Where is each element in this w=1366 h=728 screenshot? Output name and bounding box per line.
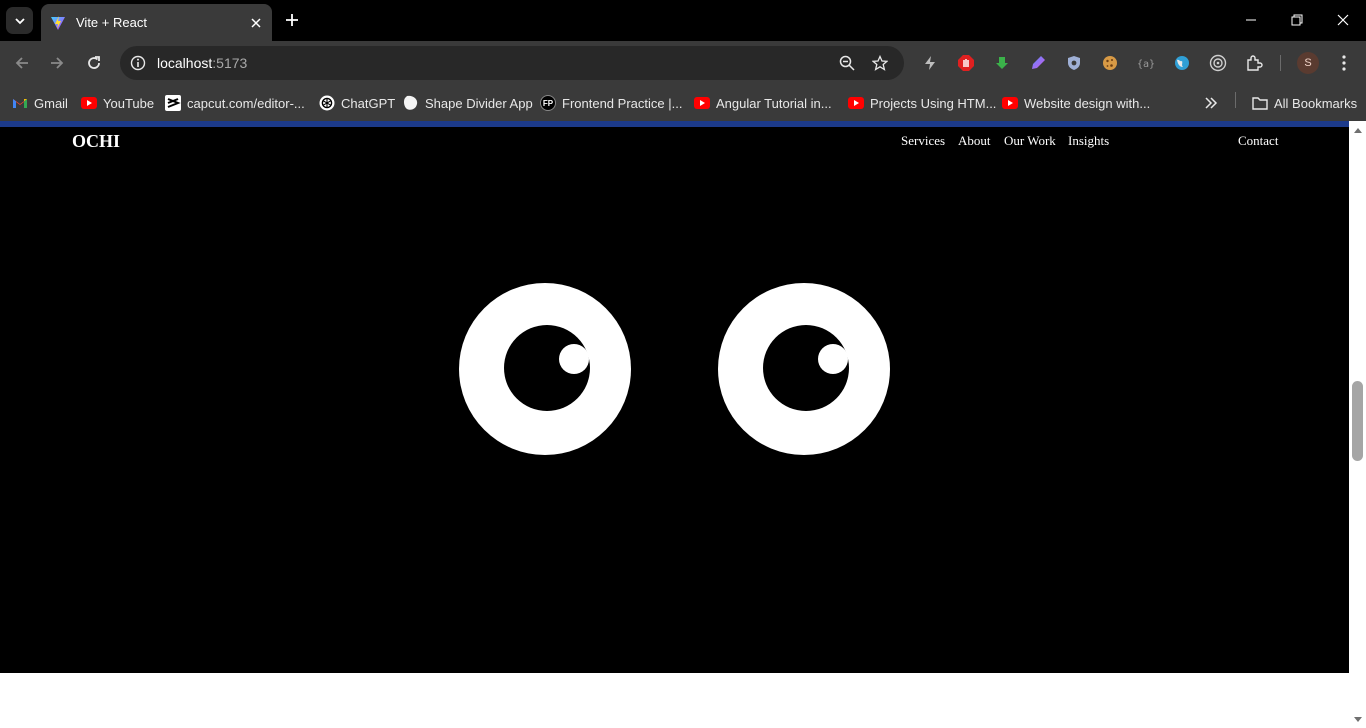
right-eye-glint [818,344,848,374]
scroll-thumb[interactable] [1352,381,1363,461]
url-port: :5173 [212,55,248,71]
site-logo[interactable]: OCHI [72,131,120,152]
svg-text:{a}: {a} [1137,59,1155,70]
tab-strip: Vite + React [0,0,1366,41]
bookmark-angular-tutorial[interactable]: Angular Tutorial in... [694,93,832,113]
reload-button[interactable] [80,49,108,77]
capcut-icon [165,95,181,111]
bookmark-gmail[interactable]: Gmail [12,93,68,113]
youtube-icon [1002,95,1018,111]
bookmark-label: Website design with... [1024,95,1151,111]
nav-link-our-work[interactable]: Our Work [1004,133,1056,149]
chatgpt-icon [319,95,335,111]
target-extension-icon[interactable] [1208,53,1228,73]
back-button[interactable] [8,49,36,77]
page-scrollbar[interactable] [1349,121,1366,728]
minimize-icon [1246,19,1256,21]
bookmark-label: capcut.com/editor-... [187,95,305,111]
vite-icon [50,15,66,31]
bookmark-label: Shape Divider App [425,95,533,111]
page-viewport: OCHI Services About Our Work Insights Co… [0,121,1349,728]
bookmark-label: Angular Tutorial in... [716,95,832,111]
top-accent-bar [0,121,1349,127]
color-picker-extension-icon[interactable] [1028,53,1048,73]
nav-link-insights[interactable]: Insights [1068,133,1109,149]
bookmark-frontend-practice[interactable]: FP Frontend Practice |... [540,93,682,113]
double-chevron-right-icon [1205,97,1218,109]
cookie-extension-icon[interactable] [1100,53,1120,73]
close-window-button[interactable] [1320,0,1366,40]
bookmark-label: YouTube [103,95,155,111]
json-formatter-extension-icon[interactable]: {a} [1136,53,1156,73]
folder-icon [1252,95,1268,111]
left-eye-pupil [504,325,590,411]
bookmark-youtube[interactable]: YouTube [81,93,154,113]
close-icon [1337,14,1349,26]
forward-button[interactable] [43,49,71,77]
bookmark-label: Gmail [34,95,68,111]
bookmark-label: ChatGPT [341,95,396,111]
right-eye-pupil [763,325,849,411]
minimize-button[interactable] [1228,0,1274,40]
fp-icon: FP [540,95,556,111]
left-eye-glint [559,344,589,374]
download-extension-icon[interactable] [992,53,1012,73]
arrow-left-icon [15,57,28,69]
bookmarks-separator [1235,92,1236,108]
active-tab[interactable]: Vite + React [41,4,272,41]
zoom-out-icon [839,55,855,71]
lightning-extension-icon[interactable] [920,53,940,73]
gmail-icon [12,95,28,111]
bookmark-chatgpt[interactable]: ChatGPT [319,93,395,113]
all-bookmarks-button[interactable]: All Bookmarks [1252,93,1357,113]
arrow-right-icon [51,57,64,69]
left-eye [459,283,631,455]
adblock-extension-icon[interactable] [956,53,976,73]
profile-avatar[interactable]: S [1297,52,1319,74]
scroll-up-arrow-icon[interactable] [1354,128,1362,133]
site-info-icon[interactable] [128,53,148,73]
next-section [0,673,1349,728]
zoom-button[interactable] [836,52,858,74]
bookmark-projects-html[interactable]: Projects Using HTM... [848,93,996,113]
extensions-puzzle-icon[interactable] [1244,53,1264,73]
bookmark-shape-divider[interactable]: Shape Divider App [403,93,533,113]
address-bar[interactable]: localhost:5173 [120,46,904,80]
youtube-icon [848,95,864,111]
nav-link-about[interactable]: About [958,133,991,149]
globe-extension-icon[interactable] [1172,53,1192,73]
tab-title: Vite + React [76,15,147,30]
bookmark-label: Frontend Practice |... [562,95,683,111]
bookmark-capcut[interactable]: capcut.com/editor-... [165,93,305,113]
close-tab-icon[interactable] [247,14,265,32]
new-tab-button[interactable] [281,9,303,31]
youtube-icon [81,95,97,111]
shape-divider-icon [403,95,419,111]
star-icon [872,55,888,71]
plus-icon [286,14,298,26]
restore-icon [1291,14,1303,26]
toolbar-separator [1280,55,1281,71]
chevron-down-icon [14,17,25,24]
browser-toolbar: localhost:5173 {a} S [0,41,1366,85]
url-text[interactable]: localhost:5173 [157,55,247,71]
nav-link-services[interactable]: Services [901,133,945,149]
right-eye [718,283,890,455]
youtube-icon [694,95,710,111]
bookmark-star-button[interactable] [869,52,891,74]
more-bookmarks-button[interactable] [1204,93,1218,113]
bookmark-label: Projects Using HTM... [870,95,997,111]
restore-button[interactable] [1274,0,1320,40]
bookmark-website-design[interactable]: Website design with... [1002,93,1150,113]
bookmarks-bar: Gmail YouTube capcut.com/editor-... Chat… [0,85,1366,121]
scroll-down-arrow-icon[interactable] [1354,717,1362,722]
url-host: localhost [157,55,213,71]
all-bookmarks-label: All Bookmarks [1274,95,1358,111]
reload-icon [88,56,100,69]
menu-kebab-icon[interactable] [1334,53,1354,73]
shield-extension-icon[interactable] [1064,53,1084,73]
tab-search-button[interactable] [6,7,33,34]
nav-link-contact[interactable]: Contact [1238,133,1278,149]
